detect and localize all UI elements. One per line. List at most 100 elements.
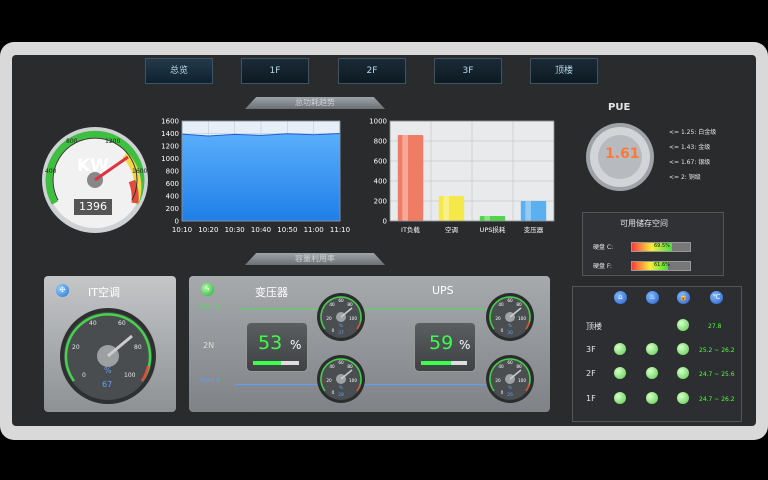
power-trend-area-chart: 0 200 400 600 800 1000 1200 1400 1600 10:10 10:20 1…	[161, 118, 350, 235]
transformer-value: 53	[258, 332, 283, 354]
mini-gauge-tick: 80	[347, 364, 353, 369]
pue-value: 1.61	[605, 146, 640, 162]
transformer-bar-fill	[253, 361, 281, 365]
pue-level-bronze: <= 2: 铜级	[669, 174, 701, 181]
pue-level-silver: <= 1.67: 银级	[669, 159, 711, 166]
mini-gauge-tick: %	[508, 323, 512, 328]
ups-bar-fill	[421, 361, 451, 365]
bar-ytick-label: 800	[374, 138, 387, 146]
transformer-title: 变压器	[255, 286, 288, 299]
bar-category-label: 变压器	[524, 225, 544, 234]
power-breakdown-bar-chart: 0 200 400 600 800 1000 IT负载 空调 UPS损耗 变压器	[369, 118, 555, 234]
bar-2	[479, 216, 506, 221]
ups-unit: %	[459, 338, 471, 352]
area-xtick-label: 11:10	[330, 226, 350, 234]
floor-status-dot	[677, 367, 689, 379]
mini-gauge-tick: 60	[338, 360, 344, 365]
mini-gauge-tick: 80	[516, 302, 522, 307]
power-trend-title: 总功耗趋势	[295, 98, 335, 107]
mini-gauge-3: 20 406080 100 0% 26	[486, 355, 534, 403]
floor-temp-range: 27.8	[708, 323, 722, 330]
lock-icon: 🔒	[677, 291, 690, 304]
it-ac-tick-20: 20	[72, 344, 80, 351]
bar-category-label: 空调	[445, 225, 458, 234]
transformer-unit: %	[290, 338, 302, 352]
bar-0	[397, 135, 424, 221]
thermo-icon: ♨	[646, 291, 659, 304]
mini-gauge-tick: %	[339, 323, 343, 328]
gauge-readout: 1396	[74, 199, 112, 215]
disk-f-percent: 61.6%	[654, 262, 670, 268]
floor-row-label: 1F	[586, 394, 596, 403]
mini-gauge-tick: 20	[495, 378, 501, 383]
floor-status-dot	[646, 367, 658, 379]
area-xtick-label: 10:10	[172, 226, 192, 234]
it-ac-unit: %	[104, 366, 112, 375]
it-ac-title: IT空调	[88, 286, 120, 299]
lightning-icon: ϟ	[201, 283, 214, 296]
mini-gauge-tick: 40	[498, 364, 504, 369]
mini-gauge-tick: 0	[332, 390, 335, 395]
redundancy-mode: 2N	[203, 341, 215, 350]
floor-row-label: 2F	[586, 369, 596, 378]
bar-3	[520, 201, 547, 221]
ups-title: UPS	[432, 284, 454, 297]
floor-status-dot	[677, 319, 689, 331]
mini-gauge-tick: 20	[495, 316, 501, 321]
tab-2f[interactable]: 2F	[338, 58, 406, 84]
mini-gauge-tick: 40	[498, 302, 504, 307]
bar-category-label: UPS损耗	[480, 225, 506, 234]
bar-highlight	[484, 216, 490, 221]
floor-row-label: 顶楼	[586, 322, 602, 331]
area-ytick-label: 200	[166, 205, 179, 213]
mini-gauge-tick: 80	[347, 302, 353, 307]
tab-1f[interactable]: 1F	[241, 58, 309, 84]
bar-category-label: IT负载	[401, 225, 420, 234]
mini-gauge-tick: 100	[349, 378, 357, 383]
pue-level-platinum: <= 1.25: 白金级	[669, 129, 717, 136]
mini-gauge-tick: 60	[507, 298, 513, 303]
mini-gauge-tick: 100	[349, 316, 357, 321]
tab-overview[interactable]: 总览	[145, 58, 213, 84]
mini-gauge-1: 20 406080 100 0% 28	[317, 355, 365, 403]
celsius-icon: ℃	[710, 291, 723, 304]
power-kw-gauge	[42, 127, 148, 233]
tab-rooftop[interactable]: 顶楼	[530, 58, 598, 84]
mini-gauge-tick: 20	[326, 378, 332, 383]
transformer-bar	[253, 361, 299, 365]
area-series-fill	[182, 133, 340, 221]
floor-status-dot	[646, 392, 658, 404]
gauge-tick-1200: 1200	[105, 138, 121, 145]
capacity-title: 容量利用率	[295, 254, 335, 263]
mini-gauge-tick: 100	[518, 316, 526, 321]
area-ytick-label: 1200	[161, 143, 179, 151]
bar-ytick-label: 600	[374, 158, 387, 166]
floor-status-dot	[677, 392, 689, 404]
area-xtick-label: 11:00	[304, 226, 324, 234]
it-ac-tick-0: 0	[82, 372, 86, 379]
mini-gauge-tick: 0	[501, 390, 504, 395]
it-ac-value: 67	[102, 380, 113, 389]
floor-status-dot	[614, 367, 626, 379]
fan-icon: ✣	[56, 284, 69, 297]
bar-ytick-label: 1000	[369, 118, 387, 126]
bar-highlight	[443, 196, 449, 221]
disk-f-label: 硬盘 F:	[593, 263, 612, 270]
mini-gauge-tick: 0	[332, 328, 335, 333]
mini-gauge-value: 28	[338, 392, 344, 398]
disk-c-label: 硬盘 C:	[593, 244, 614, 251]
floor-temp-range: 24.7 ~ 25.6	[699, 371, 735, 378]
bar-ytick-label: 200	[374, 198, 387, 206]
floor-temp-range: 24.7 ~ 26.2	[699, 396, 735, 403]
bar-1	[438, 196, 465, 221]
mini-gauge-tick: %	[508, 385, 512, 390]
area-ytick-label: 1600	[161, 118, 179, 126]
area-ytick-label: 400	[166, 193, 179, 201]
mini-gauge-tick: 60	[338, 298, 344, 303]
floor-temp-range: 25.2 ~ 26.2	[699, 347, 735, 354]
feed-a-label: Feed A	[200, 304, 221, 311]
tab-3f[interactable]: 3F	[434, 58, 502, 84]
bar-highlight	[525, 201, 531, 221]
mini-gauge-0: 20 406080 100 0% 37	[317, 293, 365, 341]
mini-gauge-tick: 40	[329, 364, 335, 369]
